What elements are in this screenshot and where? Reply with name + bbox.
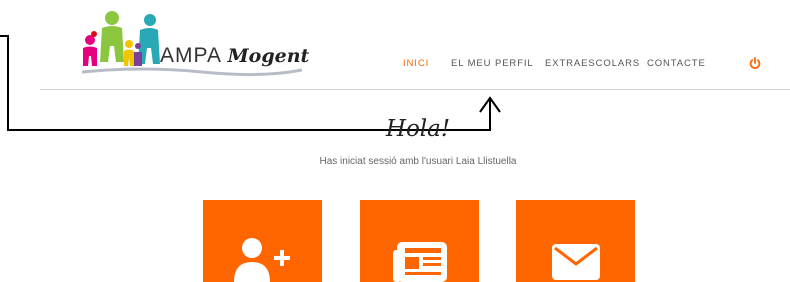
nav-item-inici[interactable]: INICI bbox=[403, 58, 429, 69]
tile-contact[interactable] bbox=[516, 200, 635, 282]
nav-item-contacte[interactable]: CONTACTE bbox=[647, 58, 706, 69]
nav-item-el-meu-perfil[interactable]: EL MEU PERFIL bbox=[451, 58, 534, 69]
greeting-heading: Hola! bbox=[385, 116, 451, 142]
header-divider bbox=[40, 89, 790, 90]
main-navigation: INICI EL MEU PERFIL EXTRAESCOLARS CONTAC… bbox=[0, 58, 790, 72]
session-info: Has iniciat sessió amb l'usuari Laia Lli… bbox=[319, 156, 517, 167]
nav-item-extraescolars[interactable]: EXTRAESCOLARS bbox=[545, 58, 640, 69]
tile-news[interactable] bbox=[360, 200, 479, 282]
power-icon[interactable] bbox=[749, 56, 761, 70]
add-user-icon bbox=[234, 238, 290, 282]
newspaper-icon bbox=[393, 242, 447, 282]
envelope-icon bbox=[552, 244, 600, 280]
tile-add-user[interactable] bbox=[203, 200, 322, 282]
